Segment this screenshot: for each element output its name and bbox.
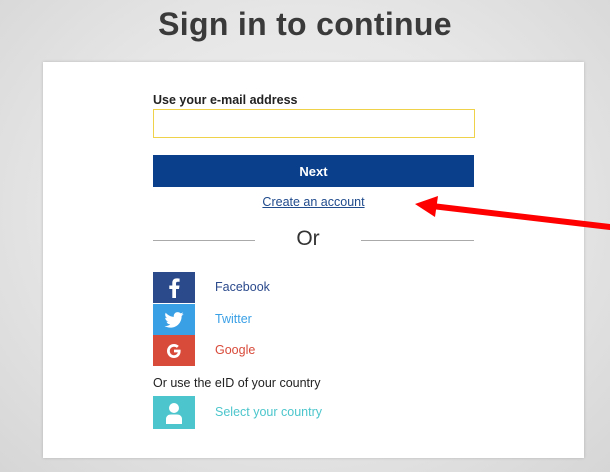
google-login-button[interactable]: Google [153,335,453,366]
facebook-login-button[interactable]: Facebook [153,272,453,303]
email-label: Use your e-mail address [153,93,298,107]
or-divider-text: Or [296,227,320,250]
person-icon [153,396,195,429]
annotation-arrow [415,196,610,230]
google-label: Google [215,343,256,357]
twitter-label: Twitter [215,312,252,326]
facebook-icon [153,272,195,303]
select-country-label: Select your country [215,405,322,419]
sign-in-card: Use your e-mail address Next Create an a… [43,62,584,458]
twitter-icon [153,304,195,335]
divider-line-right [361,240,474,241]
google-icon [153,335,195,366]
next-button[interactable]: Next [153,155,474,187]
divider-line-left [153,240,255,241]
email-field[interactable] [153,109,475,138]
select-country-button[interactable]: Select your country [153,396,453,429]
twitter-login-button[interactable]: Twitter [153,304,453,335]
facebook-label: Facebook [215,280,270,294]
eid-label: Or use the eID of your country [153,376,321,390]
page-title: Sign in to continue [158,6,452,42]
